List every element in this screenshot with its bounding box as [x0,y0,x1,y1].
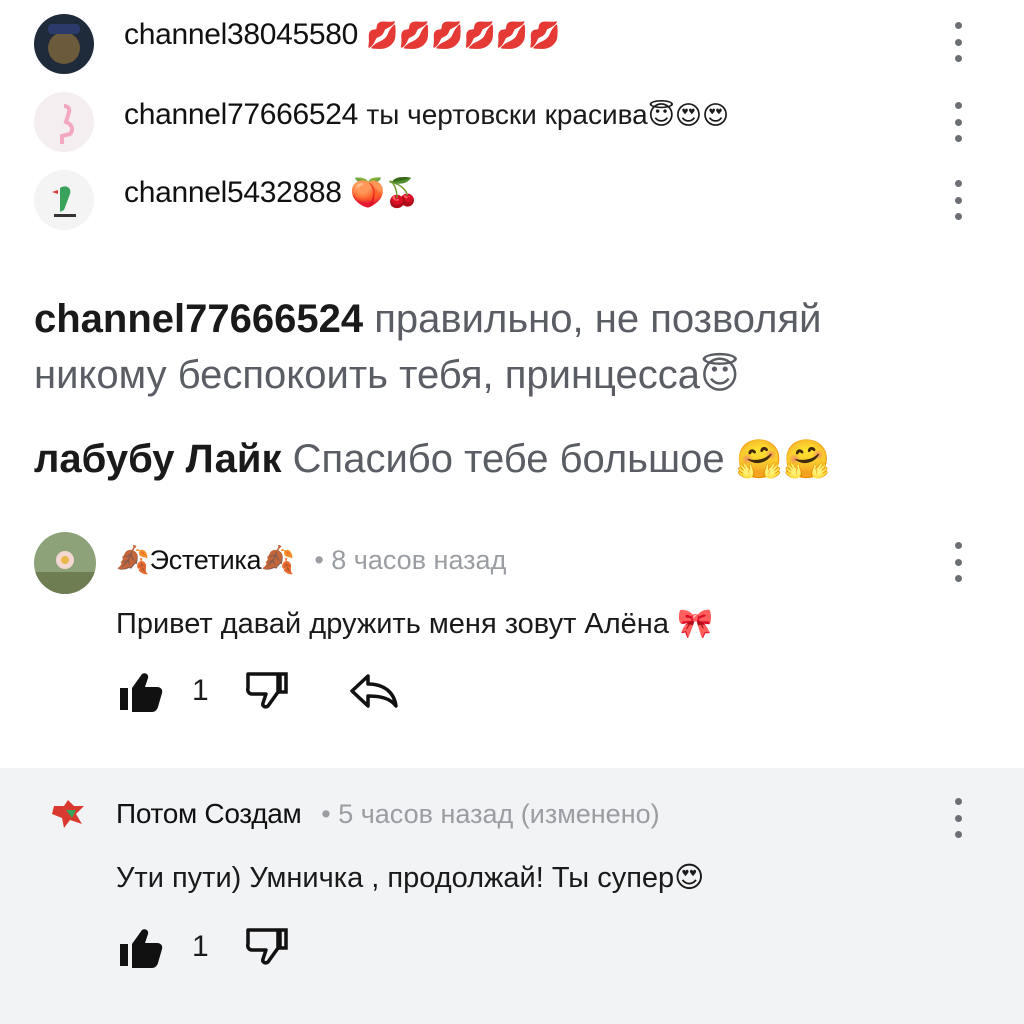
comment-header: 🍂Эстетика🍂 • 8 часов назад [116,544,506,576]
avatar[interactable] [34,532,96,594]
thumbs-up-icon [120,673,163,712]
avatar[interactable] [34,170,94,230]
reply-body: никому беспокоить тебя, принцесса [34,353,700,397]
comment-text: channel5432888 🍑🍒 [124,176,420,210]
reply-button[interactable] [348,672,400,710]
comment-body: Ути пути) Умничка , продолжай! Ты супер😍 [116,860,704,895]
comment-card-highlighted: Потом Создам • 5 часов назад (изменено) … [0,768,1024,1024]
emoji-text: 😇😍😍 [647,101,730,131]
reply-body: Спасибо тебе большое [292,437,725,481]
comment-row: channel5432888 🍑🍒 [0,166,1024,246]
more-options-icon[interactable] [952,798,964,838]
emoji-text: 💋💋💋💋💋💋 [366,21,561,51]
username[interactable]: channel38045580 [124,18,358,51]
avatar[interactable] [34,92,94,152]
thumbs-up-icon [120,929,163,968]
more-options-icon[interactable] [952,180,964,220]
dislike-button[interactable] [244,926,290,968]
username[interactable]: channel77666524 [34,297,363,341]
emoji-text: 😍 [674,860,705,894]
comment-header: Потом Создам • 5 часов назад (изменено) [116,798,660,830]
thumbs-down-icon [246,672,288,709]
emoji-text: 🤗🤗 [735,437,831,481]
username[interactable]: channel77666524 [124,98,358,131]
comment-text: Ути пути) Умничка , продолжай! Ты супер [116,862,675,894]
thumbs-down-icon [246,928,288,965]
leaf-icon: 🍂 [261,545,295,576]
comment-text: channel77666524 ты чертовски красива😇😍😍 [124,98,729,132]
reply-text-line: лабубу Лайк Спасибо тебе большое 🤗🤗 [34,434,830,484]
like-button[interactable] [118,670,164,712]
username[interactable]: лабубу Лайк [34,437,282,481]
comment-row: channel77666524 ты чертовски красива😇😍😍 [0,84,1024,164]
comment-body: ты чертовски красива [366,99,648,130]
dislike-button[interactable] [244,670,290,712]
comment-card: 🍂Эстетика🍂 • 8 часов назад Привет давай … [0,520,1024,750]
leaf-icon: 🍂 [116,545,150,576]
username[interactable]: Потом Создам [116,798,302,829]
reply-body: правильно, не позволяй [374,297,822,341]
emoji-text: 😇 [700,353,740,397]
reply-text-line: channel77666524 правильно, не позволяй [34,294,822,344]
avatar[interactable] [44,790,92,838]
comment-row: channel38045580 💋💋💋💋💋💋 [0,0,1024,80]
reply-icon [350,674,398,708]
emoji-text: 🎀 [677,606,714,640]
comment-text: Привет давай дружить меня зовут Алёна [116,608,669,640]
timestamp: • 5 часов назад (изменено) [321,799,660,829]
comment-body: Привет давай дружить меня зовут Алёна 🎀 [116,606,713,641]
more-options-icon[interactable] [952,22,964,62]
avatar[interactable] [34,14,94,74]
comment-text: channel38045580 💋💋💋💋💋💋 [124,18,561,52]
more-options-icon[interactable] [952,102,964,142]
more-options-icon[interactable] [952,542,964,582]
username[interactable]: channel5432888 [124,176,342,209]
like-count: 1 [192,674,209,707]
username[interactable]: Эстетика [150,545,262,575]
reply-text-line: никому беспокоить тебя, принцесса😇 [34,350,740,400]
timestamp: • 8 часов назад [314,545,507,575]
like-count: 1 [192,930,209,963]
like-button[interactable] [118,926,164,968]
emoji-text: 🍑🍒 [350,176,420,209]
